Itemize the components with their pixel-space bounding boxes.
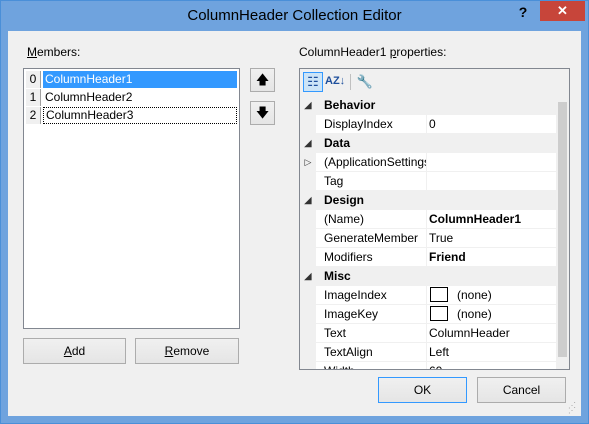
members-label: Members: <box>27 45 81 59</box>
property-value[interactable]: Friend <box>429 248 554 266</box>
members-list[interactable]: 0 ColumnHeader1 1 ColumnHeader2 2 ColumnHeade… <box>23 68 240 329</box>
help-button[interactable]: ? <box>506 1 540 23</box>
category-row-design[interactable]: ◢ Design <box>300 191 556 210</box>
property-row[interactable]: Width60 <box>300 362 556 369</box>
category-name: Data <box>324 136 351 150</box>
row-margin <box>300 229 316 248</box>
arrow-down-icon: 🡇 <box>255 105 270 120</box>
row-margin <box>300 362 316 369</box>
row-margin <box>300 286 316 305</box>
property-row[interactable]: GenerateMember True <box>300 229 556 248</box>
property-value[interactable] <box>429 172 554 190</box>
property-value[interactable]: True <box>429 229 554 247</box>
property-row[interactable]: ▷ (ApplicationSettings) <box>300 153 556 172</box>
expanded-icon[interactable]: ◢ <box>300 267 316 286</box>
category-row-misc[interactable]: ◢ Misc <box>300 267 556 286</box>
member-name: ColumnHeader2 <box>45 90 133 104</box>
property-name: Text <box>324 324 427 342</box>
property-row[interactable]: Modifiers Friend <box>300 248 556 267</box>
row-margin <box>300 248 316 267</box>
property-grid-toolbar: ☷ AZ↓ 🔧 <box>300 69 569 96</box>
property-value[interactable]: 0 <box>429 115 554 133</box>
category-name: Design <box>324 193 365 207</box>
property-value[interactable] <box>429 153 554 171</box>
dialog-window: ColumnHeader Collection Editor ? ✕ Membe… <box>0 0 589 424</box>
image-preview-swatch <box>430 287 448 302</box>
property-name: DisplayIndex <box>324 115 427 133</box>
property-row[interactable]: TextAlign Left <box>300 343 556 362</box>
property-row[interactable]: Text ColumnHeader <box>300 324 556 343</box>
alphabetical-icon[interactable]: AZ↓ <box>325 72 345 92</box>
property-scrollbar[interactable] <box>556 96 569 369</box>
collapsed-icon[interactable]: ▷ <box>300 153 316 172</box>
arrow-up-icon: 🡅 <box>255 72 270 87</box>
row-margin <box>300 324 316 343</box>
property-row[interactable]: (Name) ColumnHeader1 <box>300 210 556 229</box>
property-grid[interactable]: ☷ AZ↓ 🔧 ◢ Behavior DisplayIndex 0 ◢ Data ▷ (App… <box>299 68 570 370</box>
property-name: Tag <box>324 172 427 190</box>
member-name: ColumnHeader3 <box>43 107 237 124</box>
properties-label: ColumnHeader1 properties: <box>299 45 447 59</box>
property-value[interactable]: ColumnHeader <box>429 324 554 342</box>
property-name: ImageKey <box>324 305 427 323</box>
cancel-button[interactable]: Cancel <box>477 377 566 403</box>
property-value[interactable]: (none) <box>457 286 492 304</box>
category-row-behavior[interactable]: ◢ Behavior <box>300 96 556 115</box>
resize-grip-icon[interactable]: ⋰ ⋰ <box>568 402 578 415</box>
scrollbar-thumb[interactable] <box>558 102 567 357</box>
property-row[interactable]: DisplayIndex 0 <box>300 115 556 134</box>
member-item[interactable]: 1 ColumnHeader2 <box>26 89 237 106</box>
member-index: 0 <box>26 71 41 88</box>
property-value[interactable]: 60 <box>429 362 554 369</box>
member-index: 2 <box>26 107 41 124</box>
property-name: (Name) <box>324 210 427 228</box>
dialog-title: ColumnHeader Collection Editor <box>187 7 402 24</box>
property-name: ImageIndex <box>324 286 427 304</box>
row-margin <box>300 305 316 324</box>
property-name: Modifiers <box>324 248 427 266</box>
add-button[interactable]: Add <box>23 338 126 364</box>
move-down-button[interactable]: 🡇 <box>250 101 275 125</box>
property-rows: ◢ Behavior DisplayIndex 0 ◢ Data ▷ (Application… <box>300 96 556 369</box>
toolbar-separator <box>350 74 351 90</box>
property-name: (ApplicationSettings) <box>324 153 427 171</box>
member-item[interactable]: 2 ColumnHeader3 <box>26 107 237 124</box>
property-name: TextAlign <box>324 343 427 361</box>
title-bar[interactable]: ColumnHeader Collection Editor ? ✕ <box>1 1 588 31</box>
close-button[interactable]: ✕ <box>540 1 585 21</box>
property-row[interactable]: Tag <box>300 172 556 191</box>
property-row[interactable]: ImageIndex (none) <box>300 286 556 305</box>
property-name: GenerateMember <box>324 229 427 247</box>
wrench-icon[interactable]: 🔧 <box>355 72 375 92</box>
image-preview-swatch <box>430 306 448 321</box>
row-margin <box>300 172 316 191</box>
dialog-body: Members: 0 ColumnHeader1 1 ColumnHeader2 2 Co… <box>8 31 581 416</box>
property-name: Width <box>324 362 427 369</box>
row-margin <box>300 115 316 134</box>
property-value[interactable]: ColumnHeader1 <box>429 210 554 228</box>
category-row-data[interactable]: ◢ Data <box>300 134 556 153</box>
ok-button[interactable]: OK <box>378 377 467 403</box>
expanded-icon[interactable]: ◢ <box>300 191 316 210</box>
property-value[interactable]: (none) <box>457 305 492 323</box>
member-index: 1 <box>26 89 41 106</box>
row-margin <box>300 210 316 229</box>
member-item[interactable]: 0 ColumnHeader1 <box>26 71 237 88</box>
member-name: ColumnHeader1 <box>43 71 237 88</box>
category-name: Misc <box>324 269 351 283</box>
property-value[interactable]: Left <box>429 343 554 361</box>
property-row[interactable]: ImageKey (none) <box>300 305 556 324</box>
remove-button[interactable]: Remove <box>135 338 239 364</box>
categorized-icon[interactable]: ☷ <box>303 72 323 92</box>
expanded-icon[interactable]: ◢ <box>300 134 316 153</box>
expanded-icon[interactable]: ◢ <box>300 96 316 115</box>
move-up-button[interactable]: 🡅 <box>250 68 275 92</box>
row-margin <box>300 343 316 362</box>
category-name: Behavior <box>324 98 376 112</box>
